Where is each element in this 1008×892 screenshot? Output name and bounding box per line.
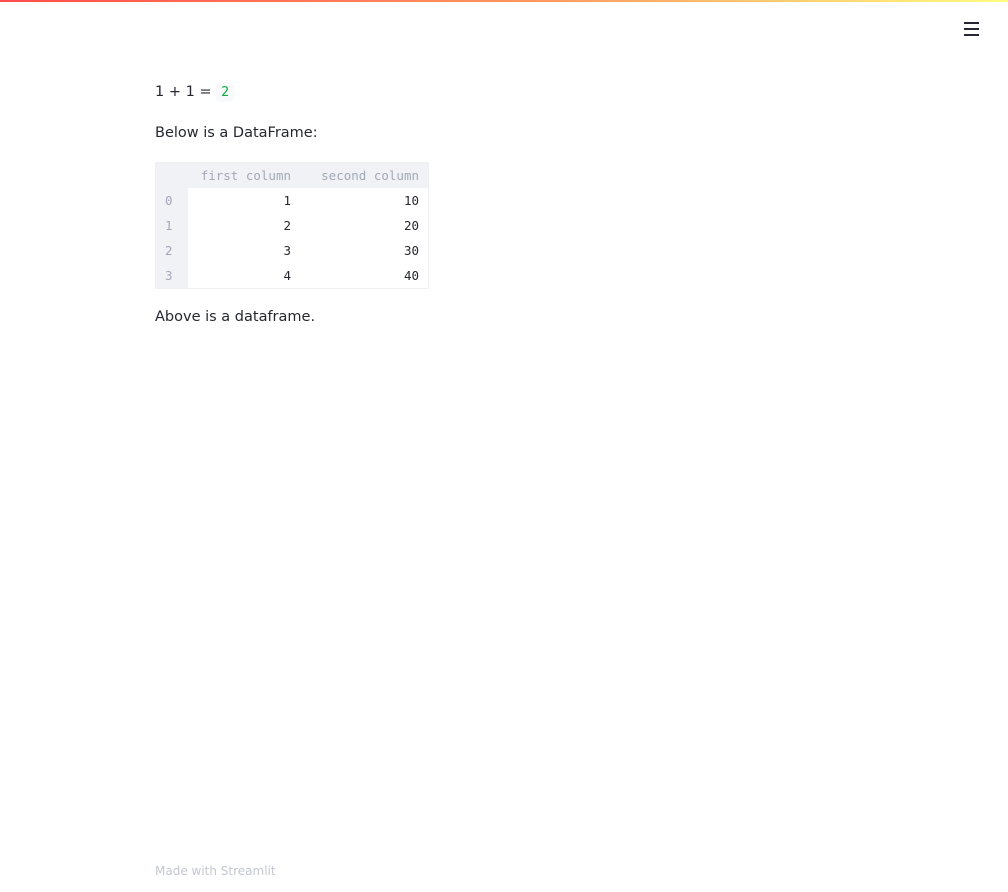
- column-header-second[interactable]: second column: [300, 162, 429, 188]
- formula-result-code: 2: [216, 83, 235, 102]
- table-row: 0 1 10: [155, 188, 429, 213]
- column-header-first[interactable]: first column: [188, 162, 300, 188]
- formula-line: 1 + 1 = 2: [155, 80, 855, 104]
- footer-made-with-streamlit-link[interactable]: Made with Streamlit: [155, 864, 276, 878]
- table-row: 1 2 20: [155, 213, 429, 238]
- table-cell[interactable]: 4: [188, 263, 300, 289]
- outro-text: Above is a dataframe.: [155, 309, 316, 325]
- intro-text: Below is a DataFrame:: [155, 125, 318, 141]
- table-row: 3 4 40: [155, 263, 429, 289]
- dataframe-corner-cell: [155, 162, 188, 188]
- dataframe-table[interactable]: first column second column 0 1 10 1 2 20…: [155, 162, 429, 289]
- formula-text: 1 + 1 =: [155, 84, 217, 100]
- table-cell[interactable]: 3: [188, 238, 300, 263]
- table-cell[interactable]: 40: [300, 263, 429, 289]
- table-cell[interactable]: 2: [188, 213, 300, 238]
- table-cell[interactable]: 30: [300, 238, 429, 263]
- main-content: 1 + 1 = 2 Below is a DataFrame: first co…: [155, 80, 855, 325]
- table-cell[interactable]: 20: [300, 213, 429, 238]
- table-cell[interactable]: 10: [300, 188, 429, 213]
- row-index: 0: [155, 188, 188, 213]
- row-index: 3: [155, 263, 188, 289]
- table-cell[interactable]: 1: [188, 188, 300, 213]
- row-index: 1: [155, 213, 188, 238]
- dataframe-header-row: first column second column: [155, 162, 429, 188]
- decoration-top-gradient-bar: [0, 0, 1008, 2]
- table-row: 2 3 30: [155, 238, 429, 263]
- main-menu-button[interactable]: [958, 16, 984, 42]
- row-index: 2: [155, 238, 188, 263]
